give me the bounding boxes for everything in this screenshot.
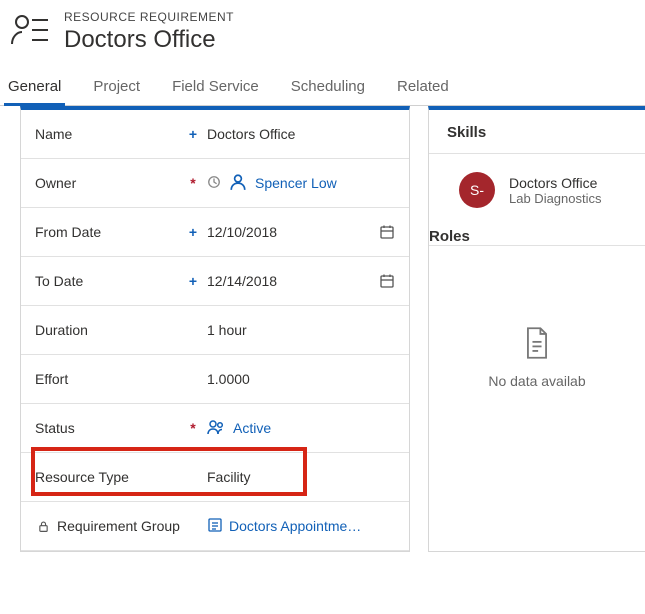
field-requirement-group[interactable]: Requirement Group Doctors Appointme… [21,502,409,551]
tab-general[interactable]: General [4,72,65,105]
clock-icon [207,175,221,192]
content-area: Name + Doctors Office Owner * Spencer Lo… [0,106,645,552]
field-resource-type-label: Resource Type [35,469,185,485]
field-effort-value[interactable]: 1.0000 [201,371,395,387]
field-status-value[interactable]: Active [201,418,395,439]
required-indicator-icon: * [185,175,201,191]
skill-line1: Doctors Office [509,175,602,191]
required-indicator-icon: * [185,420,201,436]
field-from-date-label: From Date [35,224,185,240]
field-effort[interactable]: Effort 1.0000 [21,355,409,404]
calendar-icon[interactable] [379,273,395,289]
field-from-date[interactable]: From Date + 12/10/2018 [21,208,409,257]
skills-section-title: Skills [429,110,645,154]
avatar: S‑ [459,172,495,208]
field-resource-type-value[interactable]: Facility [201,469,395,485]
page-header: RESOURCE REQUIREMENT Doctors Office [0,0,645,64]
field-name[interactable]: Name + Doctors Office [21,110,409,159]
field-to-date-value[interactable]: 12/14/2018 [201,273,379,289]
field-duration-value[interactable]: 1 hour [201,322,395,338]
tab-bar: General Project Field Service Scheduling… [0,64,645,106]
tab-scheduling[interactable]: Scheduling [287,72,369,105]
roles-section-title: Roles [429,228,645,246]
document-icon [523,326,551,363]
skill-item[interactable]: S‑ Doctors Office Lab Diagnostics [429,154,645,228]
tab-project[interactable]: Project [89,72,144,105]
field-status-label: Status [35,420,185,436]
related-panel: Skills S‑ Doctors Office Lab Diagnostics… [428,106,645,552]
general-form-card: Name + Doctors Office Owner * Spencer Lo… [20,106,410,552]
field-name-label: Name [35,126,185,142]
field-from-date-value[interactable]: 12/10/2018 [201,224,379,240]
field-effort-label: Effort [35,371,185,387]
field-name-value[interactable]: Doctors Office [201,126,395,142]
field-duration[interactable]: Duration 1 hour [21,306,409,355]
recommended-indicator-icon: + [185,224,201,240]
field-owner[interactable]: Owner * Spencer Low [21,159,409,208]
field-status[interactable]: Status * Active [21,404,409,453]
field-owner-value[interactable]: Spencer Low [201,173,395,194]
field-owner-label: Owner [35,175,185,191]
empty-state-text: No data availab [488,373,585,389]
field-requirement-group-value[interactable]: Doctors Appointme… [201,517,395,536]
entity-name-label: Doctors Office [64,26,234,54]
tab-field-service[interactable]: Field Service [168,72,263,105]
people-icon [207,418,225,439]
form-icon [207,517,223,536]
requirement-group-link-text[interactable]: Doctors Appointme… [229,518,361,534]
field-duration-label: Duration [35,322,185,338]
entity-icon [10,10,50,53]
recommended-indicator-icon: + [185,126,201,142]
field-requirement-group-label: Requirement Group [35,518,185,534]
lock-icon [35,518,51,534]
field-to-date[interactable]: To Date + 12/14/2018 [21,257,409,306]
roles-empty-state: No data availab [429,246,645,389]
entity-type-label: RESOURCE REQUIREMENT [64,10,234,24]
tab-related[interactable]: Related [393,72,453,105]
field-resource-type[interactable]: Resource Type Facility [21,453,409,502]
status-link-text[interactable]: Active [233,420,271,436]
skill-line2: Lab Diagnostics [509,191,602,206]
recommended-indicator-icon: + [185,273,201,289]
calendar-icon[interactable] [379,224,395,240]
field-to-date-label: To Date [35,273,185,289]
owner-link-text[interactable]: Spencer Low [255,175,337,191]
person-icon [229,173,247,194]
